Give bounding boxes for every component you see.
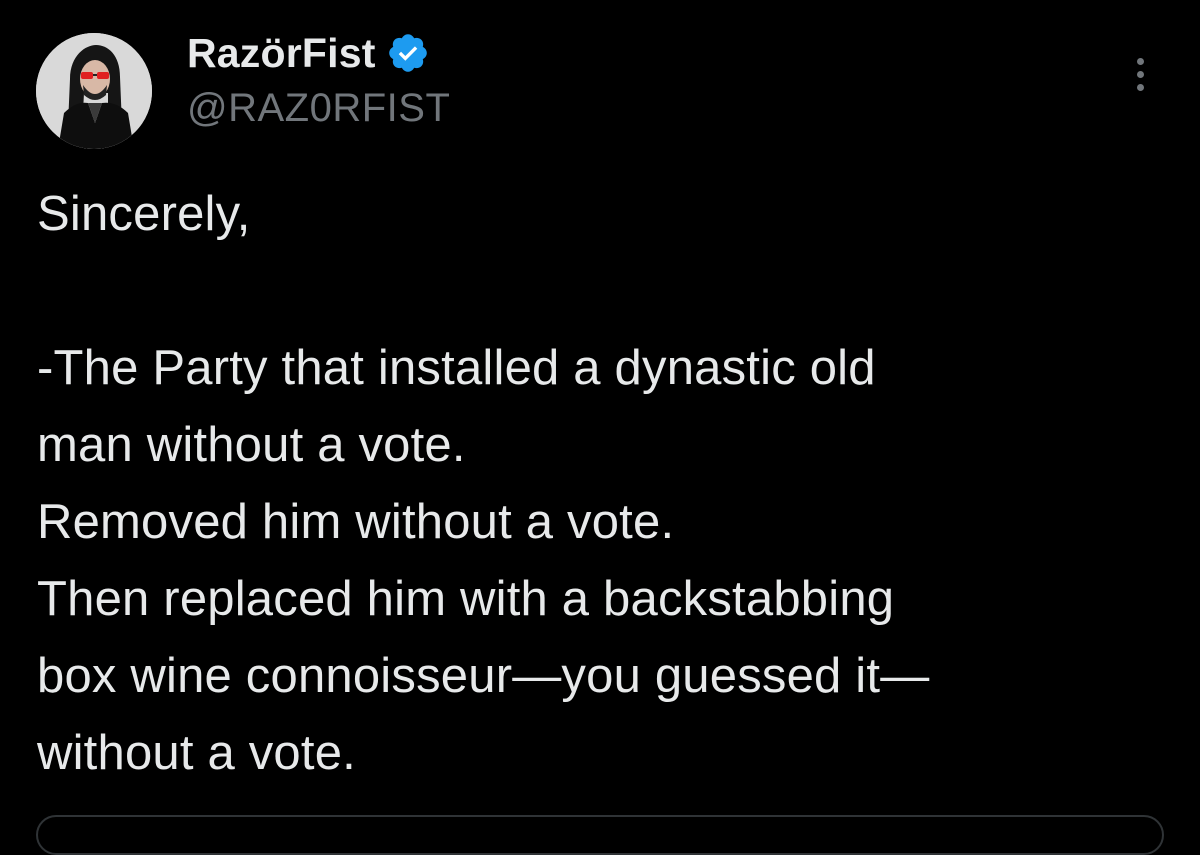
name-row: RazörFist (187, 28, 450, 78)
avatar[interactable] (36, 33, 152, 149)
more-options-icon (1136, 57, 1144, 65)
tweet-text: Sincerely, -The Party that installed a d… (37, 176, 1177, 792)
tweet-text-line: Sincerely, (37, 187, 251, 241)
tweet: RazörFist @RAZ0RFIST Sincerely, -The Par… (0, 0, 1200, 855)
tweet-text-line: Then replaced him with a backstabbing (37, 572, 895, 626)
tweet-text-line: man without a vote. (37, 418, 466, 472)
tweet-text-line: -The Party that installed a dynastic old (37, 341, 876, 395)
avatar-image (36, 33, 152, 149)
tweet-text-line: without a vote. (37, 726, 356, 780)
user-handle[interactable]: @RAZ0RFIST (187, 86, 450, 131)
author-block: RazörFist @RAZ0RFIST (187, 28, 450, 131)
more-options-icon-dot (1136, 70, 1144, 78)
tweet-text-line: Removed him without a vote. (37, 495, 675, 549)
embedded-card-edge[interactable] (36, 815, 1164, 855)
more-options-icon-dot (1136, 83, 1144, 91)
tweet-text-line: box wine connoisseur—you guessed it— (37, 649, 930, 703)
display-name[interactable]: RazörFist (187, 30, 376, 77)
verified-badge-icon[interactable] (386, 31, 430, 75)
more-options-button[interactable] (1118, 52, 1162, 96)
